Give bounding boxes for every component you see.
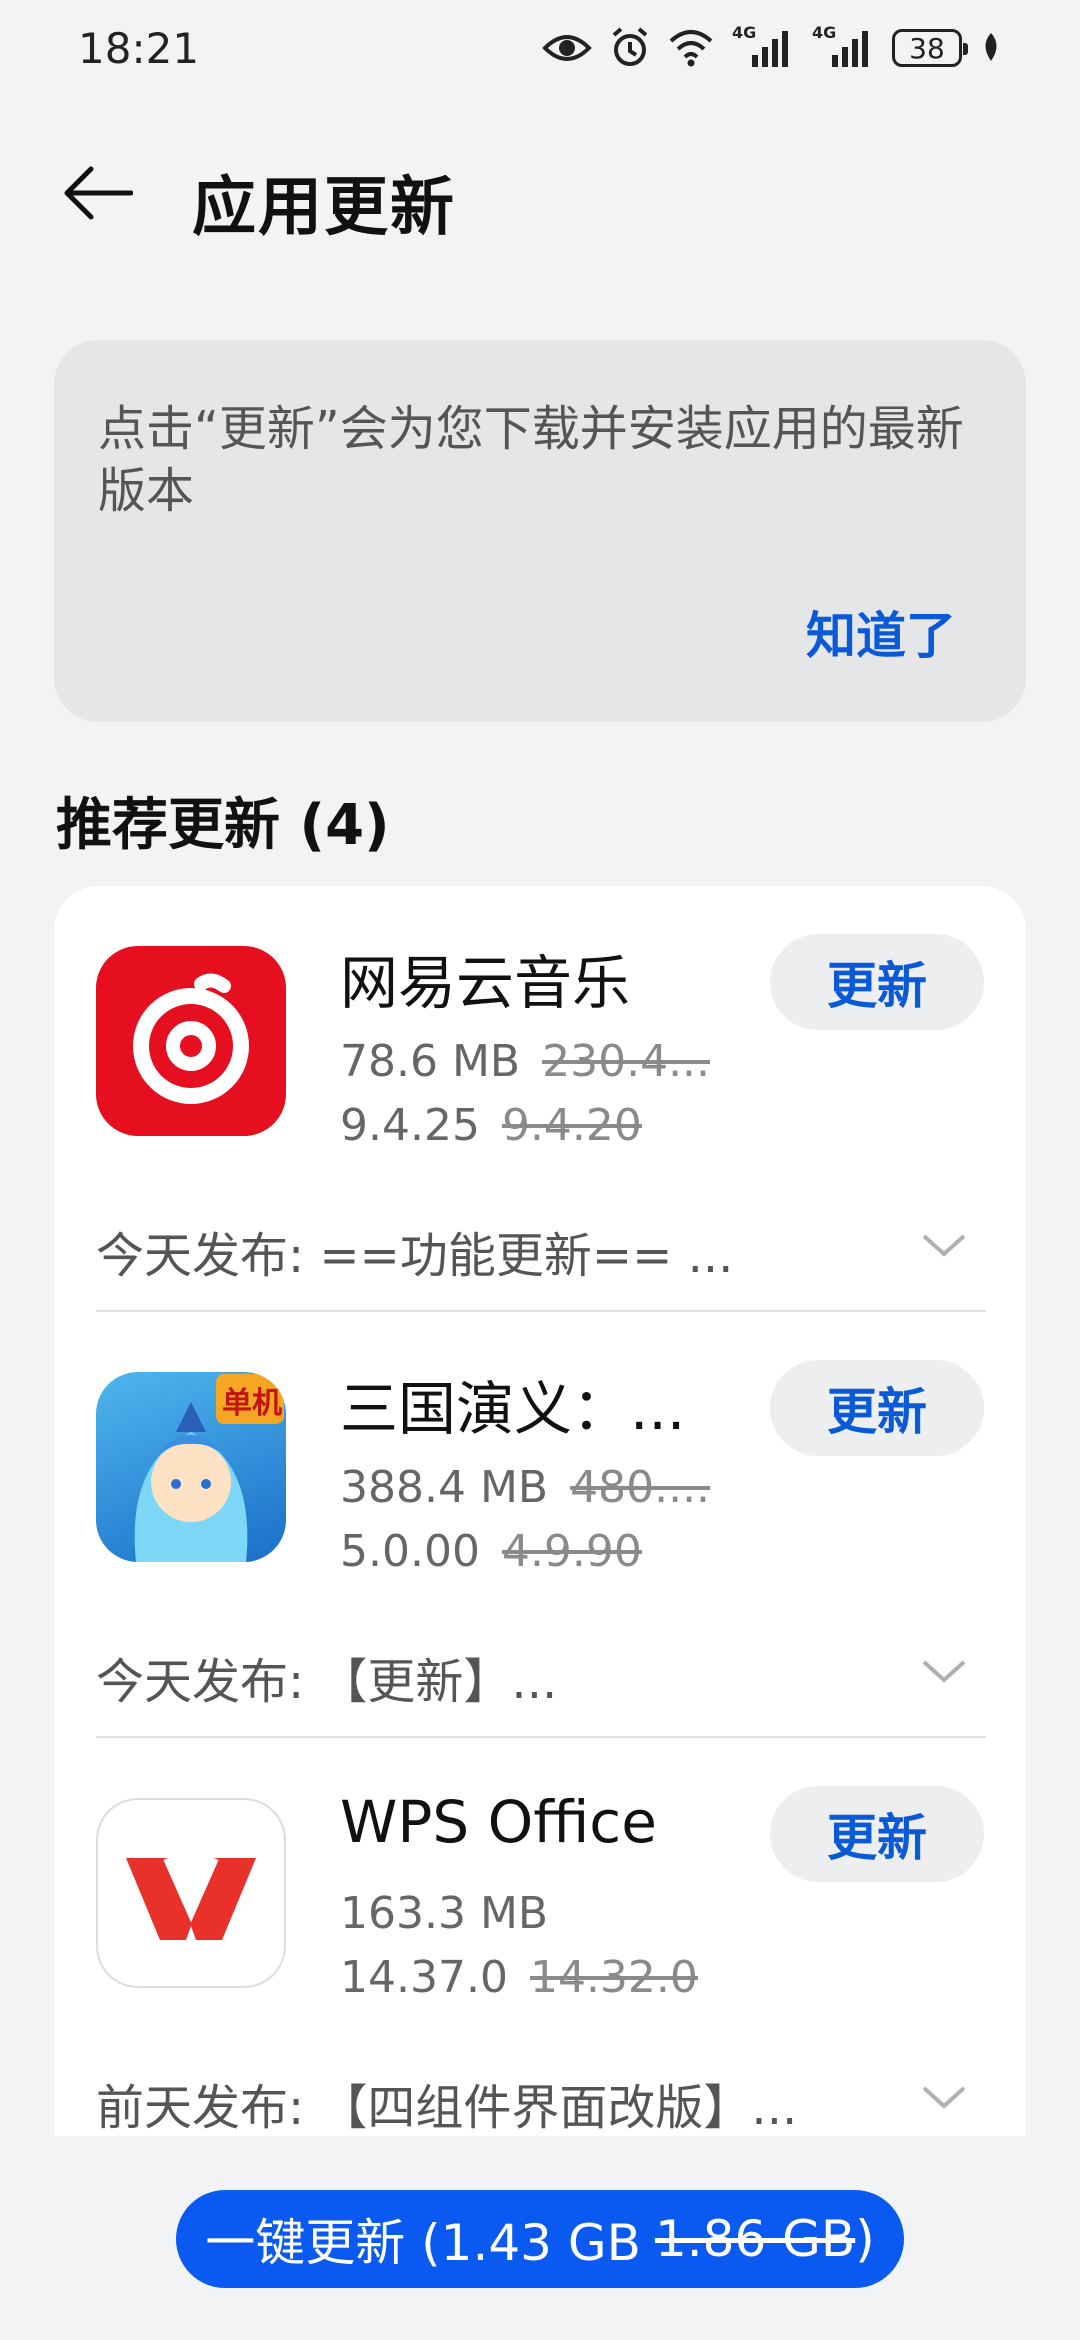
update-all-close: ) <box>855 2210 875 2268</box>
alarm-icon <box>610 27 650 69</box>
list-item[interactable]: WPS Office 163.3 MB 14.37.0 14.32.0 更新 前天… <box>54 1738 1026 2136</box>
update-all-button[interactable]: 一键更新 (1.43 GB 1.86 GB) <box>176 2190 904 2288</box>
leaf-icon <box>980 31 1002 65</box>
dismiss-button[interactable]: 知道了 <box>806 596 956 668</box>
new-version: 14.37.0 <box>340 1952 508 2003</box>
old-size: 230.4... <box>542 1036 711 1087</box>
wps-office-icon <box>96 1798 286 1988</box>
netease-music-icon <box>96 946 286 1136</box>
icon-badge: 单机 <box>222 1386 282 1421</box>
signal-icon: 4G <box>812 23 874 69</box>
release-notes: 前天发布: 【四组件界面改版】... <box>96 2080 798 2136</box>
release-notes: 今天发布: 【更新】... <box>96 1654 558 1710</box>
new-version: 5.0.00 <box>340 1526 480 1577</box>
old-version: 14.32.0 <box>529 1952 698 2003</box>
update-all-old-size: 1.86 GB <box>654 2210 856 2268</box>
eye-icon <box>542 30 592 66</box>
update-button[interactable]: 更新 <box>770 1360 984 1456</box>
new-size: 78.6 MB <box>340 1036 521 1087</box>
app-size: 163.3 MB <box>340 1888 548 1939</box>
old-version: 9.4.20 <box>501 1100 642 1151</box>
new-size: 163.3 MB <box>340 1888 549 1939</box>
app-name: 网易云音乐 <box>340 949 631 1017</box>
back-button[interactable] <box>52 150 142 240</box>
old-version: 4.9.90 <box>501 1526 642 1577</box>
status-bar: 18:21 4G 4G 38 <box>0 0 1080 96</box>
app-version: 9.4.25 9.4.20 <box>340 1100 642 1151</box>
wifi-icon <box>668 29 714 67</box>
info-message: 点击“更新”会为您下载并安装应用的最新版本 <box>98 401 964 519</box>
app-size: 388.4 MB 480.... <box>340 1462 710 1513</box>
status-icons: 4G 4G 38 <box>542 23 1002 72</box>
network-type-label: 4G <box>812 23 837 42</box>
three-kingdoms-game-icon: 单机 <box>96 1372 286 1562</box>
battery-icon: 38 <box>892 29 968 67</box>
title-bar: 应用更新 <box>0 130 1080 260</box>
update-button[interactable]: 更新 <box>770 1786 984 1882</box>
battery-level: 38 <box>909 31 945 65</box>
new-size: 388.4 MB <box>340 1462 549 1513</box>
app-version: 5.0.00 4.9.90 <box>340 1526 642 1577</box>
back-arrow-icon <box>61 165 134 225</box>
app-version: 14.37.0 14.32.0 <box>340 1952 698 2003</box>
new-version: 9.4.25 <box>340 1100 480 1151</box>
status-time: 18:21 <box>78 24 200 73</box>
list-item[interactable]: 网易云音乐 78.6 MB 230.4... 9.4.25 9.4.20 更新 今天… <box>54 886 1026 1312</box>
signal-icon: 4G <box>732 23 794 69</box>
network-type-label: 4G <box>732 23 757 42</box>
chevron-down-icon[interactable] <box>920 2076 968 2116</box>
update-list: 网易云音乐 78.6 MB 230.4... 9.4.25 9.4.20 更新 今天… <box>54 886 1026 2136</box>
info-card: 点击“更新”会为您下载并安装应用的最新版本 知道了 <box>54 340 1026 722</box>
update-all-label: 一键更新 (1.43 GB <box>205 2214 641 2272</box>
page-title: 应用更新 <box>192 171 456 245</box>
app-name: WPS Office <box>340 1788 657 1856</box>
old-size: 480.... <box>570 1462 711 1513</box>
app-name: 三国演义：... <box>340 1375 686 1443</box>
update-button[interactable]: 更新 <box>770 934 984 1030</box>
list-item[interactable]: 单机 三国演义：... 388.4 MB 480.... 5.0.00 4.9.90… <box>54 1312 1026 1738</box>
release-notes: 今天发布: ==功能更新== ... <box>96 1228 734 1284</box>
app-size: 78.6 MB 230.4... <box>340 1036 710 1087</box>
chevron-down-icon[interactable] <box>920 1224 968 1264</box>
section-title: 推荐更新 (4) <box>56 793 390 858</box>
chevron-down-icon[interactable] <box>920 1650 968 1690</box>
